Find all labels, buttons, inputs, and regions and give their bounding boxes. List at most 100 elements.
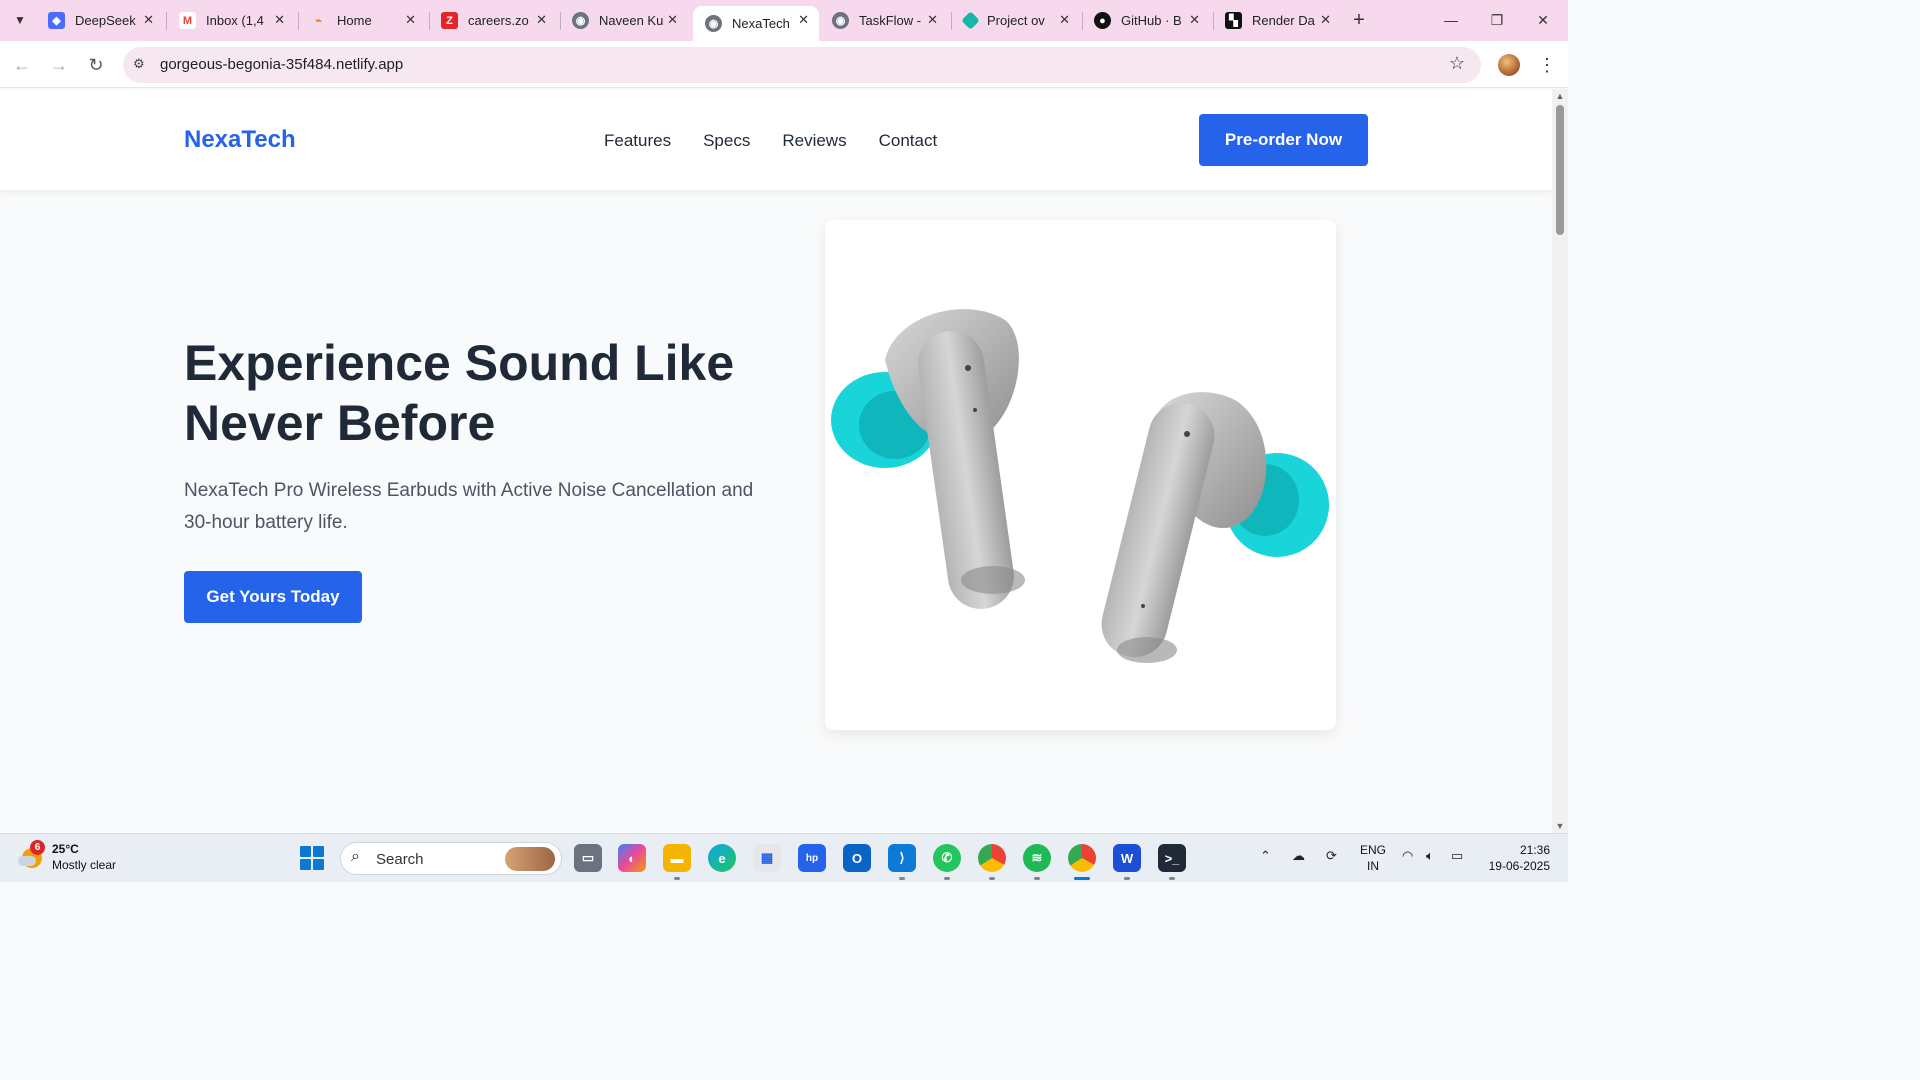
minimize-icon[interactable]: —: [1438, 8, 1464, 32]
close-icon[interactable]: ✕: [927, 12, 938, 28]
zoho-icon: Z: [441, 12, 458, 29]
file-explorer-icon[interactable]: ▬: [663, 844, 691, 880]
tab-label: DeepSeek: [75, 13, 136, 28]
browser-menu-icon[interactable]: ⋮: [1538, 53, 1556, 77]
new-tab-button[interactable]: +: [1348, 9, 1370, 31]
weather-widget[interactable]: 6 25°C Mostly clear: [18, 840, 117, 873]
right-earbud: [1101, 392, 1329, 663]
close-icon[interactable]: ✕: [405, 12, 416, 28]
language-indicator[interactable]: ENG IN: [1358, 842, 1388, 874]
lang-line-1: ENG: [1359, 843, 1386, 857]
volume-icon[interactable]: 🔈︎: [1426, 848, 1434, 864]
close-icon[interactable]: ✕: [1189, 12, 1200, 28]
product-image-card: [825, 220, 1336, 730]
postman-icon: ⌁: [315, 15, 322, 27]
scroll-down-icon[interactable]: ▼: [1555, 821, 1565, 831]
scroll-up-icon[interactable]: ▲: [1555, 91, 1565, 101]
tab-naveen[interactable]: ◉ Naveen Ku ✕: [560, 0, 688, 41]
spotify-icon[interactable]: ≋: [1023, 844, 1051, 880]
restore-icon[interactable]: ❐: [1484, 8, 1510, 32]
close-window-icon[interactable]: ✕: [1530, 8, 1556, 32]
system-clock[interactable]: 21:36 19-06-2025: [1480, 842, 1550, 874]
bookmark-star-icon[interactable]: ☆: [1449, 53, 1465, 74]
start-windows-icon[interactable]: [300, 846, 324, 870]
weather-condition: Mostly clear: [52, 858, 117, 872]
left-earbud: [831, 309, 1025, 609]
hero-subtitle: NexaTech Pro Wireless Earbuds with Activ…: [184, 480, 754, 533]
close-icon[interactable]: ✕: [1059, 12, 1070, 28]
github-icon: ●: [1094, 12, 1111, 29]
nav-link-features[interactable]: Features: [604, 131, 671, 151]
tab-gmail[interactable]: M Inbox (1,4 ✕: [167, 0, 295, 41]
chrome-active-icon[interactable]: [1068, 844, 1096, 880]
nav-link-specs[interactable]: Specs: [703, 131, 750, 151]
close-icon[interactable]: ✕: [798, 12, 809, 28]
render-icon: ▚: [1225, 12, 1242, 29]
get-yours-today-button[interactable]: Get Yours Today: [184, 571, 362, 623]
nav-link-reviews[interactable]: Reviews: [782, 131, 846, 151]
taskbar-search-placeholder: Search: [376, 851, 424, 868]
tab-label: TaskFlow -: [859, 13, 922, 28]
clock-date: 19-06-2025: [1488, 859, 1550, 873]
tab-taskflow[interactable]: ◉ TaskFlow - ✕: [820, 0, 948, 41]
browser-toolbar: ← → ↻ ⚙ gorgeous-begonia-35f484.netlify.…: [0, 41, 1568, 88]
close-icon[interactable]: ✕: [1320, 12, 1331, 28]
whatsapp-icon[interactable]: ✆: [933, 844, 961, 880]
edge-icon[interactable]: e: [708, 844, 736, 872]
earbuds-product-image: [831, 309, 1329, 663]
battery-icon[interactable]: ▭: [1451, 848, 1463, 864]
site-info-icon[interactable]: ⚙: [133, 56, 151, 74]
terminal-icon[interactable]: >_: [1158, 844, 1186, 880]
lang-line-2: IN: [1367, 859, 1379, 873]
close-icon[interactable]: ✕: [274, 12, 285, 28]
sync-icon[interactable]: ⟳: [1326, 848, 1337, 864]
reload-icon[interactable]: ↻: [84, 53, 108, 77]
gmail-icon: M: [179, 12, 196, 29]
scrollbar-thumb[interactable]: [1556, 105, 1564, 235]
copilot-icon[interactable]: ◐: [618, 844, 646, 872]
outlook-icon[interactable]: O: [843, 844, 871, 872]
preorder-button[interactable]: Pre-order Now: [1199, 114, 1368, 166]
nav-link-contact[interactable]: Contact: [879, 131, 938, 151]
tab-careers[interactable]: Z careers.zo ✕: [429, 0, 557, 41]
vscode-icon[interactable]: ⟩: [888, 844, 916, 880]
tab-github[interactable]: ● GitHub · B ✕: [1082, 0, 1210, 41]
browser-tab-bar: ▼ ◆ DeepSeek ✕ M Inbox (1,4 ✕ ⌁ Home ✕ Z…: [0, 0, 1568, 41]
site-logo[interactable]: NexaTech: [184, 126, 296, 154]
tab-label: Naveen Ku: [599, 13, 664, 28]
tab-label: Home: [337, 13, 372, 28]
search-highlight-image: [505, 847, 555, 871]
search-icon: ⌕: [351, 848, 360, 865]
show-hidden-icons-chevron-icon[interactable]: ⌃: [1260, 848, 1271, 864]
back-arrow-icon[interactable]: ←: [10, 53, 34, 77]
tab-label: NexaTech: [732, 16, 790, 31]
url-text[interactable]: gorgeous-begonia-35f484.netlify.app: [160, 56, 403, 73]
close-icon[interactable]: ✕: [667, 12, 678, 28]
tab-nexatech[interactable]: ◉ NexaTech ✕: [693, 6, 819, 41]
page-scrollbar[interactable]: ▲ ▼: [1552, 89, 1568, 833]
wifi-icon[interactable]: ◠: [1402, 848, 1413, 864]
forward-arrow-icon[interactable]: →: [47, 53, 71, 77]
address-bar[interactable]: ⚙ gorgeous-begonia-35f484.netlify.app ☆: [123, 47, 1481, 83]
myhp-icon[interactable]: hp: [798, 844, 826, 872]
weather-temp: 25°C: [52, 842, 79, 856]
tab-home[interactable]: ⌁ Home ✕: [298, 0, 426, 41]
word-icon[interactable]: W: [1113, 844, 1141, 880]
task-view-icon[interactable]: ▭: [574, 844, 602, 872]
tab-project[interactable]: Project ov ✕: [952, 0, 1080, 41]
tab-deepseek[interactable]: ◆ DeepSeek ✕: [36, 0, 164, 41]
page-viewport: NexaTech Features Specs Reviews Contact …: [0, 89, 1552, 819]
ms-store-icon[interactable]: ▦: [753, 844, 781, 872]
tab-search-chevron-icon[interactable]: ▼: [8, 8, 32, 32]
chrome-icon[interactable]: [978, 844, 1006, 880]
taskbar-search[interactable]: ⌕ Search: [340, 842, 562, 875]
weather-moon-cloud-icon: 6: [18, 840, 45, 870]
onedrive-icon[interactable]: ☁: [1292, 848, 1305, 864]
profile-avatar[interactable]: [1498, 54, 1520, 76]
tab-render[interactable]: ▚ Render Da ✕: [1213, 0, 1341, 41]
tab-label: GitHub · B: [1121, 13, 1182, 28]
close-icon[interactable]: ✕: [143, 12, 154, 28]
globe-icon: ◉: [705, 15, 722, 32]
close-icon[interactable]: ✕: [536, 12, 547, 28]
hero-title: Experience Sound Like Never Before: [184, 335, 735, 451]
